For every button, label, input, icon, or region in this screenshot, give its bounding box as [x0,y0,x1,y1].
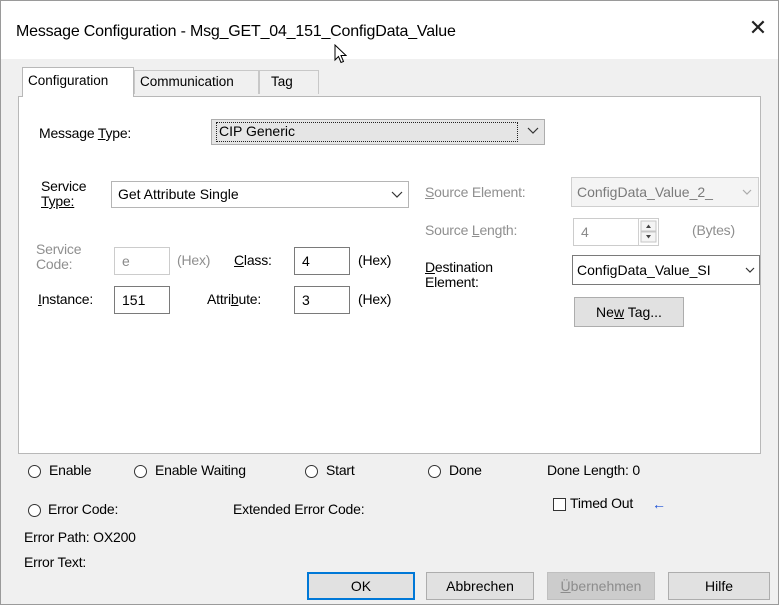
destination-element-select[interactable]: ConfigData_Value_SI [572,255,760,285]
chevron-down-icon [744,256,756,284]
ok-button[interactable]: OK [307,572,415,600]
tab-configuration[interactable]: Configuration [22,67,134,97]
error-code-radio[interactable] [28,504,41,517]
instance-label: Instance: [38,291,93,307]
apply-label-accel: Ü [560,578,571,594]
enable-label: Enable [49,462,92,478]
message-type-focus: CIP Generic [216,122,518,142]
class-label: Class: [234,252,272,268]
destination-element-value: ConfigData_Value_SI [577,262,711,278]
source-length-label-text: Source [425,222,472,238]
mouse-cursor-icon [334,44,347,64]
class-hex-label: (Hex) [358,252,392,268]
source-length-value: 4 [581,224,589,240]
class-input[interactable]: 4 [294,247,350,275]
window-title: Message Configuration - Msg_GET_04_151_C… [16,23,456,40]
chevron-down-icon [527,127,539,134]
new-tag-label-rest: Tag... [624,304,662,320]
start-label: Start [326,462,355,478]
attribute-input[interactable]: 3 [294,286,350,314]
service-code-label-line1: Service [36,241,82,257]
service-type-label-line2: Type: [41,193,75,209]
close-icon[interactable]: ✕ [747,17,769,39]
timed-out-label: Timed Out [570,495,634,511]
service-code-hex-label: (Hex) [177,252,211,268]
apply-label: bernehmen [570,578,642,594]
new-tag-label-accel: w [613,304,625,320]
left-arrow-icon: ← [652,496,666,512]
message-type-select[interactable]: CIP Generic [211,119,545,145]
source-length-spinner[interactable] [638,219,658,245]
error-text-label: Error Text: [24,554,87,570]
attribute-label-rest: ute: [238,291,262,307]
source-length-input[interactable]: 4 [573,218,659,246]
service-type-label: Service Type: [41,179,86,209]
enable-radio[interactable] [28,465,41,478]
error-path-label: Error Path: OX200 [24,529,136,545]
destination-element-label: Destination Element: [425,260,493,290]
attribute-label-text: Attri [207,291,231,307]
done-length-label: Done Length: 0 [547,462,640,478]
configuration-panel: Message Type: CIP Generic Service Type: … [18,96,761,454]
message-type-label-text: Message [39,125,98,141]
service-code-input[interactable]: e [114,247,170,275]
message-type-value: CIP Generic [219,123,295,139]
ok-label: OK [350,578,372,594]
cancel-button[interactable]: Abbrechen [426,572,534,600]
new-tag-label: Ne [596,304,614,320]
cancel-label: Abbrechen [446,578,514,594]
attribute-value: 3 [302,292,310,308]
extended-error-code-label: Extended Error Code: [233,501,365,517]
help-label: Hilfe [704,578,733,594]
tab-tag[interactable]: Tag [259,70,319,94]
tab-communication-label: Communication [140,74,234,89]
destination-label-rest: estination [434,259,493,275]
done-label: Done [449,462,482,478]
attribute-label: Attribute: [207,291,261,307]
attribute-hex-label: (Hex) [358,291,392,307]
service-type-label-line1: Service [41,178,87,194]
source-element-label: Source Element: [425,184,526,200]
done-radio[interactable] [428,465,441,478]
destination-label-accel: D [425,259,435,275]
title-bar[interactable]: Message Configuration - Msg_GET_04_151_C… [1,1,778,64]
instance-value: 151 [122,292,146,308]
source-length-label-rest: ength: [479,222,518,238]
service-code-value: e [122,253,130,269]
service-code-label: Service Code: [36,242,81,272]
help-button[interactable]: Hilfe [668,572,770,600]
spinner-arrows-icon [640,220,657,243]
class-value: 4 [302,253,310,269]
source-element-select[interactable]: ConfigData_Value_2_ [571,177,759,207]
chevron-down-icon [391,191,403,198]
service-code-label-line2: Code: [36,256,73,272]
timed-out-checkbox[interactable] [553,498,566,511]
enable-waiting-radio[interactable] [134,465,147,478]
tab-tag-label: Tag [271,74,293,89]
enable-waiting-label: Enable Waiting [155,462,246,478]
bytes-label: (Bytes) [692,222,735,238]
message-type-label-rest: ype: [105,125,132,141]
source-element-value: ConfigData_Value_2_ [577,184,713,200]
message-configuration-dialog: Message Configuration - Msg_GET_04_151_C… [0,0,779,605]
new-tag-button[interactable]: New Tag... [574,297,684,327]
apply-button[interactable]: Übernehmen [547,572,655,600]
tab-configuration-label: Configuration [28,73,109,88]
instance-label-rest: nstance: [41,291,94,307]
source-element-label-accel: S [425,184,435,200]
class-label-accel: C [234,252,244,268]
instance-input[interactable]: 151 [114,286,170,314]
start-radio[interactable] [305,465,318,478]
source-element-label-rest: ource Element: [434,184,526,200]
service-type-value: Get Attribute Single [118,186,239,202]
class-label-rest: lass: [243,252,272,268]
error-code-label: Error Code: [48,501,119,517]
service-type-select[interactable]: Get Attribute Single [111,181,409,208]
chevron-down-icon [741,178,753,206]
source-length-label: Source Length: [425,222,517,238]
message-type-label: Message Type: [39,125,131,141]
tab-communication[interactable]: Communication [134,70,259,94]
destination-label-line2: Element: [425,274,479,290]
